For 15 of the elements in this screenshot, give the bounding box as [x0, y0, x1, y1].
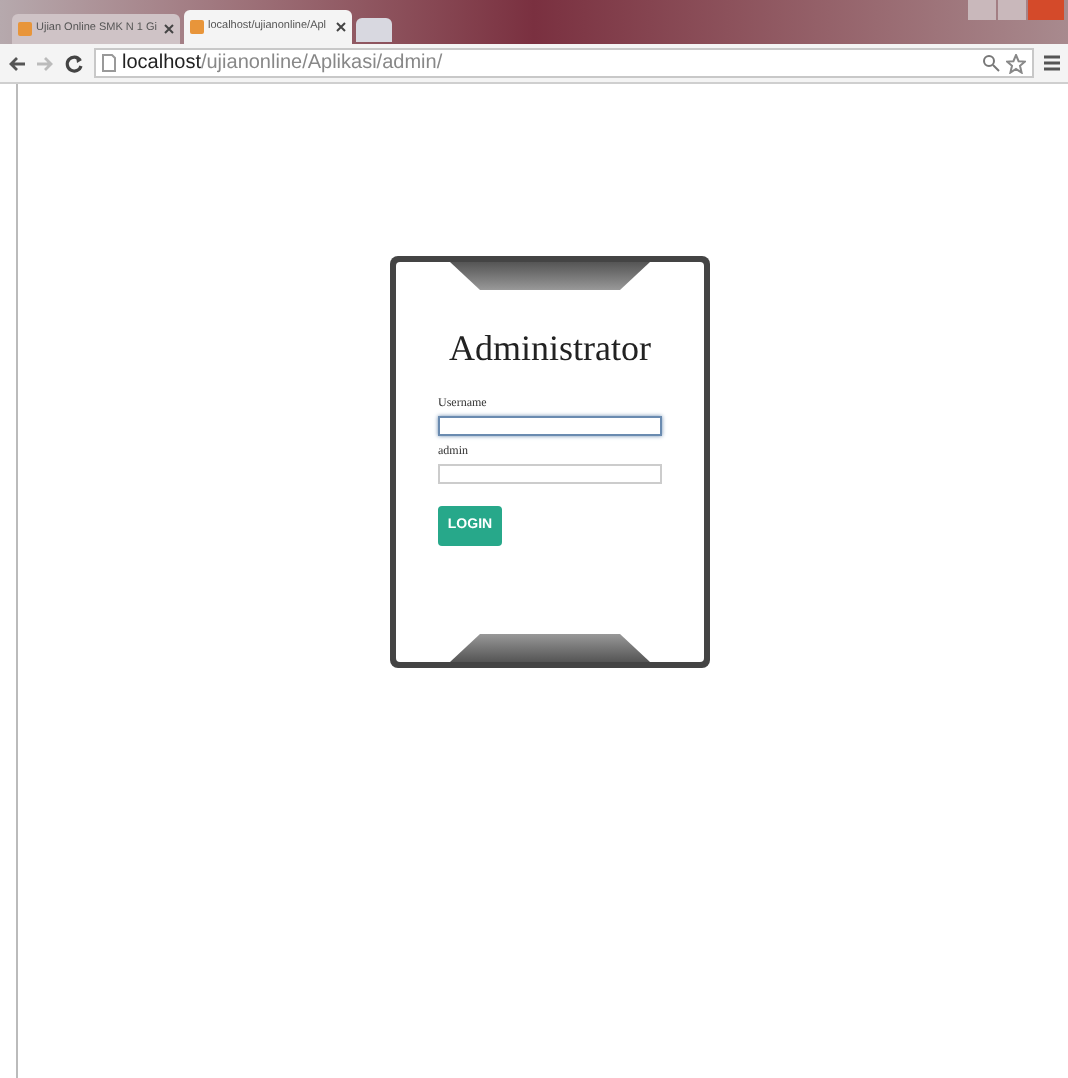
reload-icon[interactable] — [64, 53, 84, 73]
close-icon[interactable] — [164, 24, 174, 34]
input-field[interactable] — [438, 464, 662, 484]
back-icon[interactable] — [8, 55, 26, 71]
page-icon — [102, 54, 116, 72]
input-field[interactable] — [438, 416, 662, 436]
url-text: localhost/ujianonline/Aplikasi/admin/ — [122, 50, 443, 78]
favicon-icon — [18, 22, 32, 36]
menu-icon[interactable] — [1044, 54, 1060, 72]
login-title: Administrator — [447, 326, 653, 372]
star-icon[interactable] — [1006, 53, 1026, 73]
close-icon[interactable] — [336, 22, 346, 32]
address-bar[interactable]: localhost/ujianonline/Aplikasi/admin/ — [94, 48, 1034, 78]
search-icon[interactable] — [982, 54, 1000, 72]
favicon-icon — [190, 20, 204, 34]
